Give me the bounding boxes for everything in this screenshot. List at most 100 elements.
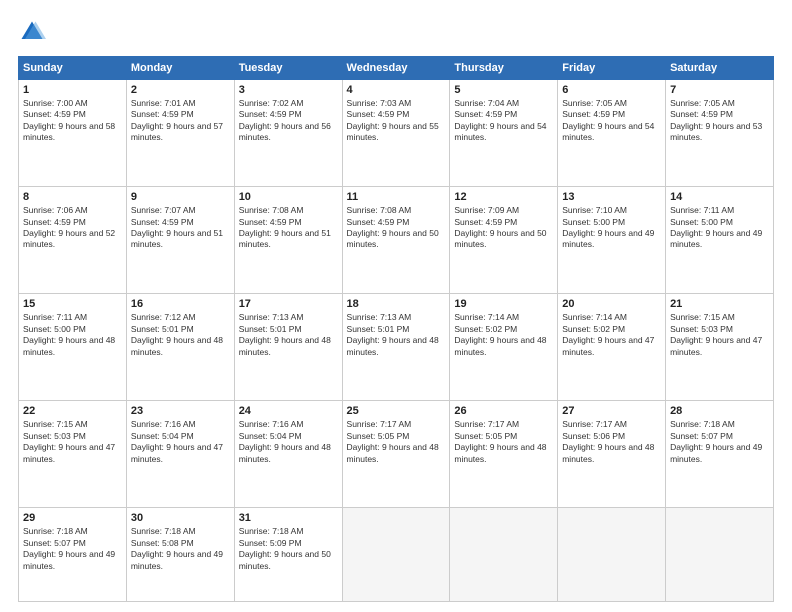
day-number: 30 — [131, 512, 230, 524]
calendar-day-cell: 29 Sunrise: 7:18 AMSunset: 5:07 PMDayligh… — [19, 508, 127, 602]
day-content: Sunrise: 7:17 AMSunset: 5:05 PMDaylight:… — [454, 419, 553, 465]
day-number: 19 — [454, 298, 553, 310]
calendar-day-cell — [558, 508, 666, 602]
calendar-day-cell: 16 Sunrise: 7:12 AMSunset: 5:01 PMDayligh… — [126, 294, 234, 401]
day-number: 2 — [131, 84, 230, 96]
day-number: 14 — [670, 191, 769, 203]
calendar-day-cell: 27 Sunrise: 7:17 AMSunset: 5:06 PMDayligh… — [558, 401, 666, 508]
calendar-day-cell: 30 Sunrise: 7:18 AMSunset: 5:08 PMDayligh… — [126, 508, 234, 602]
day-content: Sunrise: 7:02 AMSunset: 4:59 PMDaylight:… — [239, 98, 338, 144]
day-content: Sunrise: 7:04 AMSunset: 4:59 PMDaylight:… — [454, 98, 553, 144]
day-number: 24 — [239, 405, 338, 417]
day-content: Sunrise: 7:03 AMSunset: 4:59 PMDaylight:… — [347, 98, 446, 144]
calendar-day-cell: 4 Sunrise: 7:03 AMSunset: 4:59 PMDaylight… — [342, 80, 450, 187]
day-number: 5 — [454, 84, 553, 96]
day-content: Sunrise: 7:14 AMSunset: 5:02 PMDaylight:… — [562, 312, 661, 358]
calendar-day-cell: 10Sunrise: 7:08 AMSunset: 4:59 PMDayligh… — [234, 187, 342, 294]
day-of-week-header: Thursday — [450, 57, 558, 80]
day-content: Sunrise: 7:06 AMSunset: 4:59 PMDaylight:… — [23, 205, 122, 251]
calendar-day-cell: 20Sunrise: 7:14 AMSunset: 5:02 PMDayligh… — [558, 294, 666, 401]
day-number: 9 — [131, 191, 230, 203]
calendar-day-cell: 17 Sunrise: 7:13 AMSunset: 5:01 PMDayligh… — [234, 294, 342, 401]
calendar-day-cell: 11 Sunrise: 7:08 AMSunset: 4:59 PMDayligh… — [342, 187, 450, 294]
day-content: Sunrise: 7:13 AMSunset: 5:01 PMDaylight:… — [239, 312, 338, 358]
day-content: Sunrise: 7:17 AMSunset: 5:05 PMDaylight:… — [347, 419, 446, 465]
calendar-week-row: 15 Sunrise: 7:11 AMSunset: 5:00 PMDayligh… — [19, 294, 774, 401]
day-number: 18 — [347, 298, 446, 310]
calendar-week-row: 22 Sunrise: 7:15 AMSunset: 5:03 PMDayligh… — [19, 401, 774, 508]
day-content: Sunrise: 7:11 AMSunset: 5:00 PMDaylight:… — [23, 312, 122, 358]
day-number: 11 — [347, 191, 446, 203]
day-content: Sunrise: 7:18 AMSunset: 5:08 PMDaylight:… — [131, 526, 230, 572]
calendar-day-cell: 8Sunrise: 7:06 AMSunset: 4:59 PMDaylight… — [19, 187, 127, 294]
day-number: 28 — [670, 405, 769, 417]
calendar-week-row: 1 Sunrise: 7:00 AMSunset: 4:59 PMDaylight… — [19, 80, 774, 187]
calendar-day-cell: 25 Sunrise: 7:17 AMSunset: 5:05 PMDayligh… — [342, 401, 450, 508]
day-number: 12 — [454, 191, 553, 203]
day-number: 25 — [347, 405, 446, 417]
calendar-day-cell: 3 Sunrise: 7:02 AMSunset: 4:59 PMDaylight… — [234, 80, 342, 187]
day-of-week-header: Wednesday — [342, 57, 450, 80]
calendar-week-row: 29 Sunrise: 7:18 AMSunset: 5:07 PMDayligh… — [19, 508, 774, 602]
calendar-day-cell: 12 Sunrise: 7:09 AMSunset: 4:59 PMDayligh… — [450, 187, 558, 294]
day-number: 4 — [347, 84, 446, 96]
calendar-day-cell: 9 Sunrise: 7:07 AMSunset: 4:59 PMDaylight… — [126, 187, 234, 294]
day-content: Sunrise: 7:09 AMSunset: 4:59 PMDaylight:… — [454, 205, 553, 251]
day-of-week-header: Friday — [558, 57, 666, 80]
day-content: Sunrise: 7:12 AMSunset: 5:01 PMDaylight:… — [131, 312, 230, 358]
calendar-table: SundayMondayTuesdayWednesdayThursdayFrid… — [18, 56, 774, 602]
calendar-body: 1 Sunrise: 7:00 AMSunset: 4:59 PMDaylight… — [19, 80, 774, 602]
day-content: Sunrise: 7:05 AMSunset: 4:59 PMDaylight:… — [670, 98, 769, 144]
calendar-week-row: 8Sunrise: 7:06 AMSunset: 4:59 PMDaylight… — [19, 187, 774, 294]
calendar-day-cell: 14 Sunrise: 7:11 AMSunset: 5:00 PMDayligh… — [666, 187, 774, 294]
day-of-week-header: Monday — [126, 57, 234, 80]
calendar-day-cell: 22 Sunrise: 7:15 AMSunset: 5:03 PMDayligh… — [19, 401, 127, 508]
day-number: 3 — [239, 84, 338, 96]
calendar-day-cell: 18 Sunrise: 7:13 AMSunset: 5:01 PMDayligh… — [342, 294, 450, 401]
calendar-day-cell: 13Sunrise: 7:10 AMSunset: 5:00 PMDayligh… — [558, 187, 666, 294]
day-number: 10 — [239, 191, 338, 203]
calendar-day-cell: 31 Sunrise: 7:18 AMSunset: 5:09 PMDayligh… — [234, 508, 342, 602]
day-number: 29 — [23, 512, 122, 524]
day-number: 22 — [23, 405, 122, 417]
day-number: 27 — [562, 405, 661, 417]
day-content: Sunrise: 7:18 AMSunset: 5:07 PMDaylight:… — [23, 526, 122, 572]
day-content: Sunrise: 7:14 AMSunset: 5:02 PMDaylight:… — [454, 312, 553, 358]
day-content: Sunrise: 7:18 AMSunset: 5:07 PMDaylight:… — [670, 419, 769, 465]
day-number: 21 — [670, 298, 769, 310]
calendar-day-cell: 21 Sunrise: 7:15 AMSunset: 5:03 PMDayligh… — [666, 294, 774, 401]
day-of-week-row: SundayMondayTuesdayWednesdayThursdayFrid… — [19, 57, 774, 80]
day-content: Sunrise: 7:13 AMSunset: 5:01 PMDaylight:… — [347, 312, 446, 358]
calendar-day-cell: 19 Sunrise: 7:14 AMSunset: 5:02 PMDayligh… — [450, 294, 558, 401]
day-number: 16 — [131, 298, 230, 310]
calendar-day-cell: 1 Sunrise: 7:00 AMSunset: 4:59 PMDaylight… — [19, 80, 127, 187]
header — [18, 18, 774, 46]
day-number: 13 — [562, 191, 661, 203]
day-content: Sunrise: 7:15 AMSunset: 5:03 PMDaylight:… — [23, 419, 122, 465]
calendar-day-cell: 28 Sunrise: 7:18 AMSunset: 5:07 PMDayligh… — [666, 401, 774, 508]
calendar-day-cell: 2Sunrise: 7:01 AMSunset: 4:59 PMDaylight… — [126, 80, 234, 187]
day-content: Sunrise: 7:11 AMSunset: 5:00 PMDaylight:… — [670, 205, 769, 251]
day-number: 31 — [239, 512, 338, 524]
day-number: 1 — [23, 84, 122, 96]
day-of-week-header: Saturday — [666, 57, 774, 80]
day-content: Sunrise: 7:05 AMSunset: 4:59 PMDaylight:… — [562, 98, 661, 144]
calendar-day-cell: 6 Sunrise: 7:05 AMSunset: 4:59 PMDaylight… — [558, 80, 666, 187]
day-number: 6 — [562, 84, 661, 96]
logo — [18, 18, 50, 46]
day-number: 17 — [239, 298, 338, 310]
day-content: Sunrise: 7:15 AMSunset: 5:03 PMDaylight:… — [670, 312, 769, 358]
page: SundayMondayTuesdayWednesdayThursdayFrid… — [0, 0, 792, 612]
day-number: 23 — [131, 405, 230, 417]
day-number: 15 — [23, 298, 122, 310]
day-of-week-header: Sunday — [19, 57, 127, 80]
day-content: Sunrise: 7:07 AMSunset: 4:59 PMDaylight:… — [131, 205, 230, 251]
day-content: Sunrise: 7:00 AMSunset: 4:59 PMDaylight:… — [23, 98, 122, 144]
calendar-day-cell: 23Sunrise: 7:16 AMSunset: 5:04 PMDayligh… — [126, 401, 234, 508]
day-content: Sunrise: 7:08 AMSunset: 4:59 PMDaylight:… — [347, 205, 446, 251]
calendar-day-cell: 15 Sunrise: 7:11 AMSunset: 5:00 PMDayligh… — [19, 294, 127, 401]
day-content: Sunrise: 7:17 AMSunset: 5:06 PMDaylight:… — [562, 419, 661, 465]
calendar-day-cell: 5 Sunrise: 7:04 AMSunset: 4:59 PMDaylight… — [450, 80, 558, 187]
calendar-day-cell: 24Sunrise: 7:16 AMSunset: 5:04 PMDayligh… — [234, 401, 342, 508]
day-content: Sunrise: 7:18 AMSunset: 5:09 PMDaylight:… — [239, 526, 338, 572]
